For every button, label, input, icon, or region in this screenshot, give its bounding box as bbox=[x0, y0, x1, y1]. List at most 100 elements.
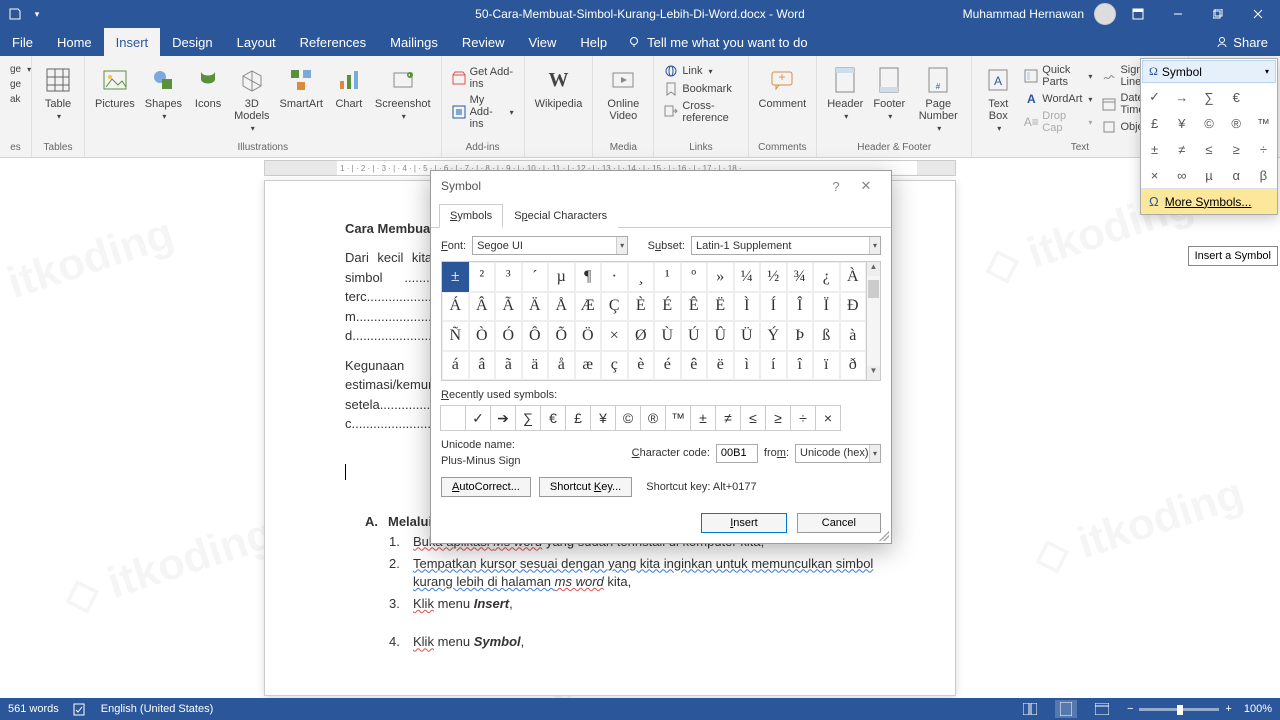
symbol-dropdown-header[interactable]: ΩSymbol▾ bbox=[1142, 60, 1276, 83]
tab-review[interactable]: Review bbox=[450, 28, 517, 56]
maximize-button[interactable] bbox=[1200, 0, 1236, 28]
char-cell[interactable]: Ä bbox=[522, 292, 549, 322]
word-count[interactable]: 561 words bbox=[8, 703, 59, 715]
table-button[interactable]: Table▾ bbox=[38, 62, 78, 123]
sym-pm[interactable]: ± bbox=[1141, 136, 1168, 162]
sym-inf[interactable]: ∞ bbox=[1168, 162, 1195, 188]
read-mode-button[interactable] bbox=[1019, 700, 1041, 718]
minimize-button[interactable] bbox=[1160, 0, 1196, 28]
get-addins-button[interactable]: Get Add-ins bbox=[448, 64, 518, 92]
textbox-button[interactable]: AText Box▾ bbox=[978, 62, 1018, 135]
char-cell[interactable]: Î bbox=[787, 292, 814, 322]
char-cell[interactable]: á bbox=[442, 351, 469, 381]
char-cell[interactable]: à bbox=[840, 321, 867, 351]
char-cell[interactable]: Ó bbox=[495, 321, 522, 351]
char-cell[interactable]: ç bbox=[601, 351, 628, 381]
char-cell[interactable]: î bbox=[787, 351, 814, 381]
char-cell[interactable]: Ç bbox=[601, 292, 628, 322]
sym-leq[interactable]: ≤ bbox=[1195, 136, 1222, 162]
sym-check[interactable]: ✓ bbox=[1141, 84, 1168, 110]
char-cell[interactable]: » bbox=[707, 262, 734, 292]
char-cell[interactable]: Þ bbox=[787, 321, 814, 351]
tab-layout[interactable]: Layout bbox=[225, 28, 288, 56]
char-cell[interactable]: ë bbox=[707, 351, 734, 381]
sym-beta[interactable]: β bbox=[1250, 162, 1277, 188]
char-cell[interactable]: Ö bbox=[575, 321, 602, 351]
char-cell[interactable]: Ñ bbox=[442, 321, 469, 351]
char-cell[interactable]: Ô bbox=[522, 321, 549, 351]
char-cell[interactable]: Ý bbox=[760, 321, 787, 351]
web-layout-button[interactable] bbox=[1091, 700, 1113, 718]
char-cell[interactable]: ß bbox=[813, 321, 840, 351]
char-cell[interactable]: Ø bbox=[628, 321, 655, 351]
char-cell[interactable]: × bbox=[601, 321, 628, 351]
spellcheck-icon[interactable] bbox=[73, 702, 87, 716]
recent-symbol-cell[interactable]: © bbox=[615, 405, 641, 431]
crossref-button[interactable]: Cross-reference bbox=[660, 98, 741, 126]
screenshot-button[interactable]: Screenshot▾ bbox=[371, 62, 435, 123]
dialog-close-button[interactable]: ✕ bbox=[851, 178, 881, 194]
char-cell[interactable]: â bbox=[469, 351, 496, 381]
sym-pound[interactable]: £ bbox=[1141, 110, 1168, 136]
char-cell[interactable]: í bbox=[760, 351, 787, 381]
tab-help[interactable]: Help bbox=[568, 28, 619, 56]
recent-symbol-cell[interactable]: ✓ bbox=[465, 405, 491, 431]
cover-page-button[interactable]: ge ▾ bbox=[6, 62, 35, 77]
char-cell[interactable]: Á bbox=[442, 292, 469, 322]
tab-symbols[interactable]: Symbols bbox=[439, 204, 503, 228]
user-name[interactable]: Muhammad Hernawan bbox=[963, 7, 1084, 21]
char-cell[interactable]: Æ bbox=[575, 292, 602, 322]
char-cell[interactable]: µ bbox=[548, 262, 575, 292]
header-button[interactable]: Header▾ bbox=[823, 62, 867, 123]
recent-symbol-cell[interactable]: € bbox=[540, 405, 566, 431]
sym-euro[interactable]: € bbox=[1223, 84, 1250, 110]
char-cell[interactable]: é bbox=[654, 351, 681, 381]
zoom-in-button[interactable]: + bbox=[1225, 703, 1231, 715]
char-cell[interactable]: ² bbox=[469, 262, 496, 292]
font-select[interactable]: Segoe UI▾ bbox=[472, 236, 628, 255]
char-cell[interactable]: º bbox=[681, 262, 708, 292]
subset-select[interactable]: Latin-1 Supplement▾ bbox=[691, 236, 881, 255]
char-cell[interactable]: Ü bbox=[734, 321, 761, 351]
3d-models-button[interactable]: 3D Models▾ bbox=[230, 62, 273, 135]
tab-home[interactable]: Home bbox=[45, 28, 104, 56]
resize-grip[interactable] bbox=[879, 531, 889, 541]
char-cell[interactable]: Ù bbox=[654, 321, 681, 351]
char-cell[interactable]: Õ bbox=[548, 321, 575, 351]
page-number-button[interactable]: #Page Number▾ bbox=[911, 62, 965, 135]
close-button[interactable] bbox=[1240, 0, 1276, 28]
char-cell[interactable]: Â bbox=[469, 292, 496, 322]
sym-arrow[interactable]: → bbox=[1168, 84, 1195, 110]
quickparts-button[interactable]: Quick Parts ▾ bbox=[1020, 62, 1096, 90]
icons-button[interactable]: Icons bbox=[188, 62, 228, 112]
tab-mailings[interactable]: Mailings bbox=[378, 28, 450, 56]
char-cell[interactable]: Å bbox=[548, 292, 575, 322]
tab-insert[interactable]: Insert bbox=[104, 28, 161, 56]
char-table-scrollbar[interactable]: ▲▼ bbox=[866, 262, 880, 380]
char-cell[interactable]: ³ bbox=[495, 262, 522, 292]
dropcap-button[interactable]: A≡Drop Cap ▾ bbox=[1020, 108, 1096, 136]
sym-blank1[interactable] bbox=[1250, 84, 1277, 110]
tab-references[interactable]: References bbox=[288, 28, 378, 56]
share-button[interactable]: Share bbox=[1203, 28, 1280, 56]
char-cell[interactable]: Ï bbox=[813, 292, 840, 322]
char-cell[interactable]: Ê bbox=[681, 292, 708, 322]
char-cell[interactable]: · bbox=[601, 262, 628, 292]
recent-symbol-cell[interactable]: ≠ bbox=[715, 405, 741, 431]
recent-symbol-cell[interactable]: ∑ bbox=[515, 405, 541, 431]
char-cell[interactable]: ¿ bbox=[813, 262, 840, 292]
char-cell[interactable]: ¸ bbox=[628, 262, 655, 292]
language-status[interactable]: English (United States) bbox=[101, 703, 214, 715]
from-select[interactable]: Unicode (hex)▾ bbox=[795, 444, 881, 463]
char-cell[interactable]: ´ bbox=[522, 262, 549, 292]
char-cell[interactable]: Ë bbox=[707, 292, 734, 322]
recent-symbol-cell[interactable] bbox=[440, 405, 466, 431]
char-cell[interactable]: ¹ bbox=[654, 262, 681, 292]
tell-me-search[interactable]: Tell me what you want to do bbox=[627, 28, 807, 56]
sym-mul[interactable]: × bbox=[1141, 162, 1168, 188]
wordart-button[interactable]: AWordArt ▾ bbox=[1020, 90, 1096, 108]
char-cell[interactable]: ½ bbox=[760, 262, 787, 292]
recent-symbol-cell[interactable]: £ bbox=[565, 405, 591, 431]
char-cell[interactable]: ¼ bbox=[734, 262, 761, 292]
sym-geq[interactable]: ≥ bbox=[1223, 136, 1250, 162]
